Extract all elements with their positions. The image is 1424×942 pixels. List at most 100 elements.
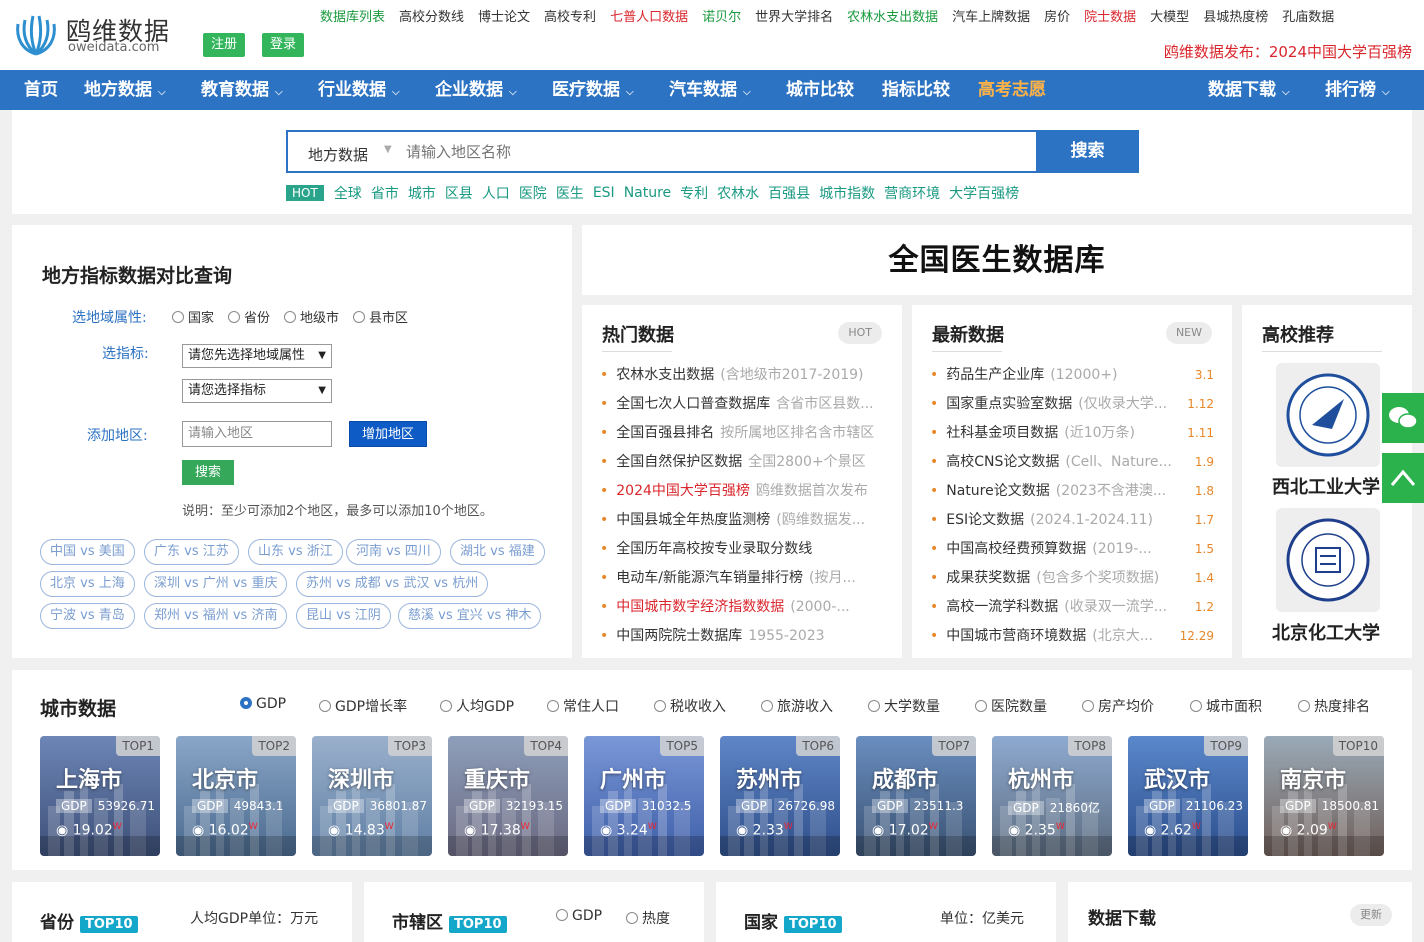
nav-item[interactable]: 排行榜 ⌵ (1325, 70, 1390, 110)
latest-data-item[interactable]: • 高校CNS论文数据 (Cell、Nature... 1.9 (930, 451, 1214, 473)
top-link[interactable]: 数据库列表 (320, 6, 385, 25)
hot-data-item[interactable]: • 全国七次人口普查数据库 含省市区县数... (600, 393, 884, 415)
university-name[interactable]: 北京化工大学 (1272, 619, 1380, 645)
nav-item[interactable]: 指标比较 (882, 70, 950, 110)
compare-preset-pill[interactable]: 昆山 vs 江阴 (296, 603, 391, 629)
hot-keyword-link[interactable]: 人口 (482, 183, 510, 203)
hot-data-item[interactable]: • 全国自然保护区数据 全国2800+个景区 (600, 451, 884, 473)
logo-icon[interactable] (12, 10, 60, 58)
hot-keyword-link[interactable]: 医院 (519, 183, 547, 203)
nav-item[interactable]: 地方数据 ⌵ (84, 70, 166, 110)
attr-radio-option[interactable]: 国家 (172, 311, 214, 326)
top-link[interactable]: 县城热度榜 (1203, 6, 1268, 25)
add-region-input[interactable]: 请输入地区 (182, 421, 332, 447)
top-link[interactable]: 博士论文 (478, 6, 530, 25)
nav-item[interactable]: 企业数据 ⌵ (435, 70, 517, 110)
indicator-select[interactable]: 请您选择指标 ▼ (182, 379, 332, 403)
hot-data-item[interactable]: • 农林水支出数据 (含地级市2017-2019) (600, 364, 884, 386)
hot-data-item[interactable]: • 中国两院院士数据库 1955-2023 (600, 625, 884, 647)
top-link[interactable]: 孔庙数据 (1282, 6, 1334, 25)
compare-preset-pill[interactable]: 北京 vs 上海 (40, 571, 135, 597)
banner-title[interactable]: 全国医生数据库 (582, 225, 1412, 295)
city-card[interactable]: TOP8 杭州市 GDP 21860亿 ◉ 2.35W (992, 736, 1112, 856)
city-card[interactable]: TOP3 深圳市 GDP 36801.87 ◉ 14.83W (312, 736, 432, 856)
top-link[interactable]: 世界大学排名 (755, 6, 833, 25)
district-radio-heat[interactable]: 热度 (626, 908, 670, 928)
hot-data-item[interactable]: • 2024中国大学百强榜 鸥维数据首次发布 (600, 480, 884, 502)
compare-preset-pill[interactable]: 中国 vs 美国 (40, 539, 135, 565)
nav-item[interactable]: 数据下载 ⌵ (1208, 70, 1290, 110)
compare-preset-pill[interactable]: 湖北 vs 福建 (450, 539, 545, 565)
compare-preset-pill[interactable]: 河南 vs 四川 (346, 539, 441, 565)
latest-data-item[interactable]: • 药品生产企业库 (12000+) 3.1 (930, 364, 1214, 386)
latest-data-item[interactable]: • 成果获奖数据 (包含多个奖项数据) 1.4 (930, 567, 1214, 589)
city-metric-radio[interactable]: 大学数量 (868, 696, 940, 716)
hot-data-item[interactable]: • 全国历年高校按专业录取分数线 (600, 538, 884, 560)
hot-keyword-link[interactable]: 百强县 (768, 183, 810, 203)
latest-data-item[interactable]: • 社科基金项目数据 (近10万条) 1.11 (930, 422, 1214, 444)
login-button[interactable]: 登录 (262, 33, 305, 57)
back-to-top-icon[interactable] (1382, 453, 1424, 503)
hot-keyword-link[interactable]: 城市 (408, 183, 436, 203)
latest-data-item[interactable]: • 中国高校经费预算数据 (2019-... 1.5 (930, 538, 1214, 560)
city-card[interactable]: TOP1 上海市 GDP 53926.71 ◉ 19.02W (40, 736, 160, 856)
latest-data-item[interactable]: • 国家重点实验室数据 (仅收录大学... 1.12 (930, 393, 1214, 415)
latest-data-item[interactable]: • 中国城市营商环境数据 (北京大... 12.29 (930, 625, 1214, 647)
latest-data-item[interactable]: • Nature论文数据 (2023不含港澳... 1.8 (930, 480, 1214, 502)
city-metric-radio[interactable]: 旅游收入 (761, 696, 833, 716)
city-metric-radio[interactable]: 热度排名 (1298, 696, 1370, 716)
compare-preset-pill[interactable]: 山东 vs 浙江 (248, 539, 343, 565)
nav-item[interactable]: 医疗数据 ⌵ (552, 70, 634, 110)
hot-keyword-link[interactable]: ESI (593, 185, 615, 201)
university-logo[interactable] (1276, 508, 1380, 612)
top-link[interactable]: 高校分数线 (399, 6, 464, 25)
hot-keyword-link[interactable]: 专利 (680, 183, 708, 203)
attr-radio-option[interactable]: 地级市 (284, 311, 339, 326)
hot-keyword-link[interactable]: 大学百强榜 (949, 183, 1019, 203)
university-name[interactable]: 西北工业大学 (1272, 473, 1380, 499)
nav-item[interactable]: 首页 (24, 70, 58, 110)
city-metric-radio[interactable]: GDP增长率 (319, 696, 407, 716)
top-link[interactable]: 高校专利 (544, 6, 596, 25)
city-card[interactable]: TOP9 武汉市 GDP 21106.23 ◉ 2.62W (1128, 736, 1248, 856)
latest-data-item[interactable]: • ESI论文数据 (2024.1-2024.11) 1.7 (930, 509, 1214, 531)
city-metric-radio[interactable]: 税收收入 (654, 696, 726, 716)
city-card[interactable]: TOP4 重庆市 GDP 32193.15 ◉ 17.38W (448, 736, 568, 856)
hot-keyword-link[interactable]: 区县 (445, 183, 473, 203)
district-radio-gdp[interactable]: GDP (556, 908, 602, 924)
city-metric-radio[interactable]: 城市面积 (1190, 696, 1262, 716)
add-region-button[interactable]: 增加地区 (349, 421, 427, 447)
top-link[interactable]: 汽车上牌数据 (952, 6, 1030, 25)
search-button[interactable]: 搜索 (1036, 130, 1139, 173)
compare-preset-pill[interactable]: 宁波 vs 青岛 (40, 603, 135, 629)
compare-preset-pill[interactable]: 郑州 vs 福州 vs 济南 (144, 603, 288, 629)
university-logo[interactable] (1276, 363, 1380, 467)
hot-keyword-link[interactable]: 省市 (371, 183, 399, 203)
nav-item[interactable]: 汽车数据 ⌵ (669, 70, 751, 110)
attr-radio-option[interactable]: 省份 (228, 311, 270, 326)
compare-search-button[interactable]: 搜索 (182, 460, 234, 485)
compare-preset-pill[interactable]: 广东 vs 江苏 (144, 539, 239, 565)
hot-keyword-link[interactable]: 农林水 (717, 183, 759, 203)
latest-data-item[interactable]: • 高校一流学科数据 (收录双一流学... 1.2 (930, 596, 1214, 618)
hot-data-item[interactable]: • 全国百强县排名 按所属地区排名含市辖区 (600, 422, 884, 444)
top-link[interactable]: 大模型 (1150, 6, 1189, 25)
city-metric-radio[interactable]: 人均GDP (440, 696, 514, 716)
attr-radio-option[interactable]: 县市区 (353, 311, 408, 326)
hot-keyword-link[interactable]: 医生 (556, 183, 584, 203)
nav-item[interactable]: 高考志愿 (978, 70, 1046, 110)
city-metric-radio[interactable]: 医院数量 (975, 696, 1047, 716)
nav-item[interactable]: 教育数据 ⌵ (201, 70, 283, 110)
city-card[interactable]: TOP5 广州市 GDP 31032.5 ◉ 3.24W (584, 736, 704, 856)
search-input[interactable] (406, 132, 1036, 171)
nav-item[interactable]: 城市比较 (786, 70, 854, 110)
city-card[interactable]: TOP2 北京市 GDP 49843.1 ◉ 16.02W (176, 736, 296, 856)
hot-keyword-link[interactable]: 城市指数 (819, 183, 875, 203)
compare-preset-pill[interactable]: 慈溪 vs 宜兴 vs 神木 (398, 603, 542, 629)
register-button[interactable]: 注册 (203, 33, 246, 57)
top-link[interactable]: 房价 (1044, 6, 1070, 25)
wechat-icon[interactable] (1382, 393, 1424, 443)
top-link[interactable]: 诺贝尔 (702, 6, 741, 25)
city-metric-radio[interactable]: 常住人口 (547, 696, 619, 716)
compare-preset-pill[interactable]: 苏州 vs 成都 vs 武汉 vs 杭州 (296, 571, 489, 597)
